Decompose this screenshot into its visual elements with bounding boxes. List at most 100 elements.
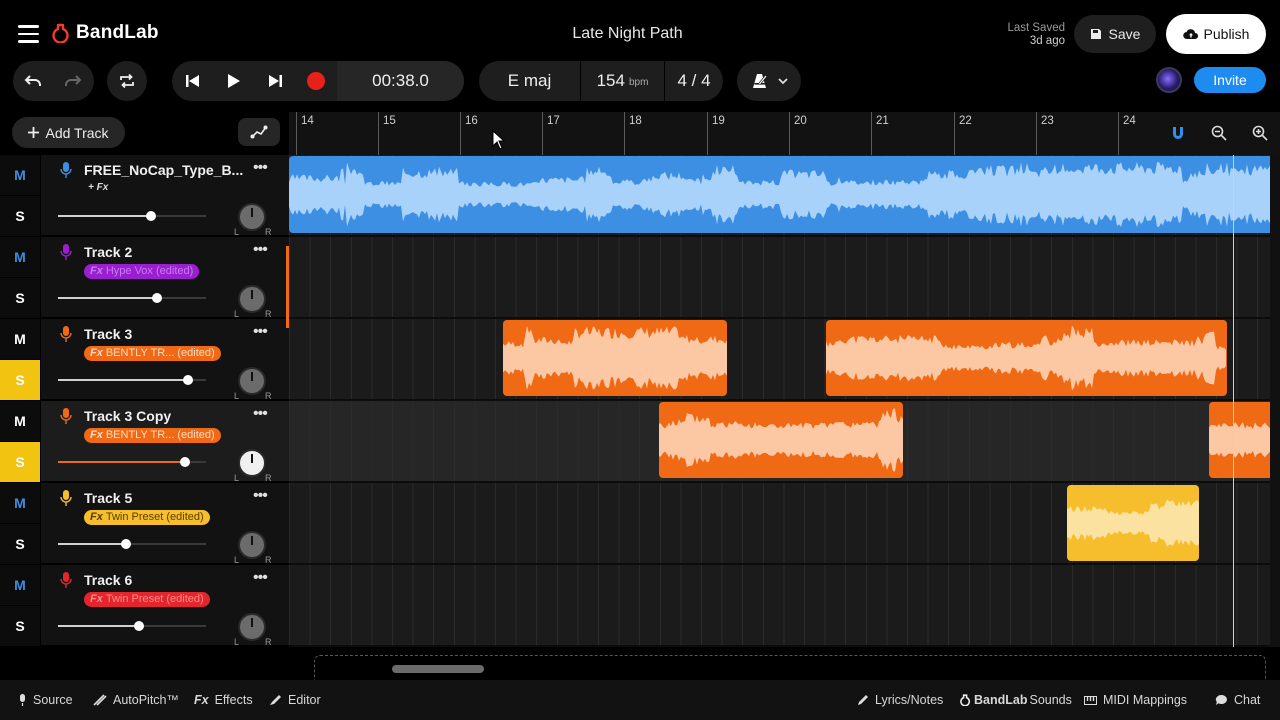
- pan-knob-icon[interactable]: [238, 531, 266, 559]
- vertical-scrollbar[interactable]: [1270, 155, 1280, 647]
- mute-button[interactable]: M: [0, 401, 40, 441]
- mute-button[interactable]: M: [0, 237, 40, 277]
- fx-preset-tag[interactable]: Fx Twin Preset (edited): [84, 510, 210, 525]
- arrangement-area[interactable]: [289, 155, 1280, 647]
- more-icon[interactable]: •••: [253, 159, 268, 177]
- time-display[interactable]: 00:38.0: [337, 61, 464, 101]
- volume-slider[interactable]: [58, 621, 206, 631]
- volume-handle[interactable]: [134, 621, 145, 631]
- play-button[interactable]: [213, 61, 254, 101]
- volume-slider[interactable]: [58, 539, 206, 549]
- pan-knob-icon[interactable]: [238, 203, 266, 231]
- bandlab-sounds-button[interactable]: BandLab Sounds: [960, 693, 1072, 707]
- track-header[interactable]: M S FREE_NoCap_Type_B... ••• + Fx L R: [0, 155, 289, 237]
- avatar[interactable]: [1156, 67, 1182, 93]
- skip-back-button[interactable]: [172, 61, 213, 101]
- horizontal-scrollbar[interactable]: [392, 665, 484, 673]
- mute-button[interactable]: M: [0, 319, 40, 359]
- solo-button[interactable]: S: [0, 360, 40, 400]
- track-name[interactable]: Track 5: [84, 490, 132, 506]
- volume-slider[interactable]: [58, 375, 206, 385]
- loop-button[interactable]: [107, 61, 147, 101]
- time-signature-field[interactable]: 4 / 4: [665, 61, 723, 101]
- track-name[interactable]: Track 2: [84, 244, 132, 260]
- project-title[interactable]: Late Night Path: [0, 25, 1255, 43]
- editor-button[interactable]: Editor: [269, 693, 321, 707]
- pan-knob-icon[interactable]: [238, 285, 266, 313]
- volume-slider[interactable]: [58, 457, 206, 467]
- track-lane[interactable]: [289, 401, 1280, 483]
- playhead[interactable]: [1233, 155, 1234, 680]
- audio-clip[interactable]: [659, 402, 903, 478]
- track-name[interactable]: Track 6: [84, 572, 132, 588]
- fx-preset-tag[interactable]: Fx BENTLY TR... (edited): [84, 346, 221, 361]
- zoom-in-icon[interactable]: [1252, 125, 1268, 141]
- zoom-out-icon[interactable]: [1211, 125, 1227, 141]
- track-name[interactable]: Track 3: [84, 326, 132, 342]
- key-selector[interactable]: E maj: [479, 61, 580, 101]
- record-button[interactable]: [295, 61, 336, 101]
- track-lane[interactable]: [289, 237, 1280, 319]
- volume-handle[interactable]: [146, 211, 157, 221]
- track-name[interactable]: FREE_NoCap_Type_B...: [84, 162, 243, 178]
- track-lane[interactable]: [289, 483, 1280, 565]
- track-header[interactable]: M S Track 2 ••• Fx Hype Vox (edited) L R: [0, 237, 289, 319]
- invite-button[interactable]: Invite: [1194, 67, 1266, 93]
- solo-button[interactable]: S: [0, 442, 40, 482]
- autopitch-button[interactable]: AutoPitch™: [93, 693, 179, 707]
- volume-handle[interactable]: [152, 293, 163, 303]
- volume-slider[interactable]: [58, 211, 206, 221]
- fx-preset-tag[interactable]: Fx Twin Preset (edited): [84, 592, 210, 607]
- fx-preset-tag[interactable]: Fx BENTLY TR... (edited): [84, 428, 221, 443]
- volume-handle[interactable]: [183, 375, 194, 385]
- undo-button[interactable]: [13, 61, 53, 101]
- audio-clip[interactable]: [503, 320, 727, 396]
- tempo-field[interactable]: 154 bpm: [581, 61, 664, 101]
- more-icon[interactable]: •••: [253, 405, 268, 423]
- track-lane[interactable]: [289, 565, 1280, 647]
- publish-button[interactable]: Publish: [1166, 14, 1266, 54]
- solo-button[interactable]: S: [0, 278, 40, 318]
- track-header[interactable]: M S Track 5 ••• Fx Twin Preset (edited) L…: [0, 483, 289, 565]
- more-icon[interactable]: •••: [253, 323, 268, 341]
- volume-handle[interactable]: [180, 457, 191, 467]
- fx-preset-tag[interactable]: Fx Hype Vox (edited): [84, 264, 200, 279]
- solo-button[interactable]: S: [0, 196, 40, 236]
- volume-slider[interactable]: [58, 293, 206, 303]
- pan-knob-icon[interactable]: [238, 613, 266, 641]
- chat-button[interactable]: Chat: [1215, 693, 1260, 707]
- track-header[interactable]: M S Track 3 Copy ••• Fx BENTLY TR... (edi…: [0, 401, 289, 483]
- audio-clip[interactable]: [289, 156, 1280, 233]
- timeline-ruler[interactable]: 14 15 16 17 18 19 20 21 22 23 24: [289, 112, 1280, 155]
- audio-clip[interactable]: [826, 320, 1227, 396]
- lyrics-notes-button[interactable]: Lyrics/Notes: [857, 693, 943, 707]
- solo-button[interactable]: S: [0, 606, 40, 646]
- track-lane[interactable]: [289, 319, 1280, 401]
- skip-forward-button[interactable]: [254, 61, 295, 101]
- audio-clip[interactable]: [1067, 485, 1199, 561]
- midi-mappings-button[interactable]: MIDI Mappings: [1084, 693, 1187, 707]
- redo-button[interactable]: [53, 61, 93, 101]
- save-button[interactable]: Save: [1074, 15, 1156, 53]
- add-fx-button[interactable]: + Fx: [88, 182, 108, 193]
- more-icon[interactable]: •••: [253, 569, 268, 587]
- track-header[interactable]: M S Track 3 ••• Fx BENTLY TR... (edited) …: [0, 319, 289, 401]
- more-icon[interactable]: •••: [253, 487, 268, 505]
- effects-button[interactable]: Fx Effects: [194, 693, 253, 707]
- automation-button[interactable]: [238, 118, 280, 146]
- track-name[interactable]: Track 3 Copy: [84, 408, 171, 424]
- mute-button[interactable]: M: [0, 155, 40, 195]
- add-track-button[interactable]: Add Track: [12, 117, 125, 148]
- magnet-icon[interactable]: [1170, 125, 1186, 141]
- track-header[interactable]: M S Track 6 ••• Fx Twin Preset (edited) L…: [0, 565, 289, 647]
- pan-knob-icon[interactable]: [238, 449, 266, 477]
- mute-button[interactable]: M: [0, 483, 40, 523]
- solo-button[interactable]: S: [0, 524, 40, 564]
- metronome-button[interactable]: [737, 61, 801, 101]
- mute-button[interactable]: M: [0, 565, 40, 605]
- source-button[interactable]: Source: [18, 693, 73, 707]
- volume-handle[interactable]: [121, 539, 132, 549]
- pan-knob-icon[interactable]: [238, 367, 266, 395]
- track-lane[interactable]: [289, 155, 1280, 237]
- more-icon[interactable]: •••: [253, 241, 268, 259]
